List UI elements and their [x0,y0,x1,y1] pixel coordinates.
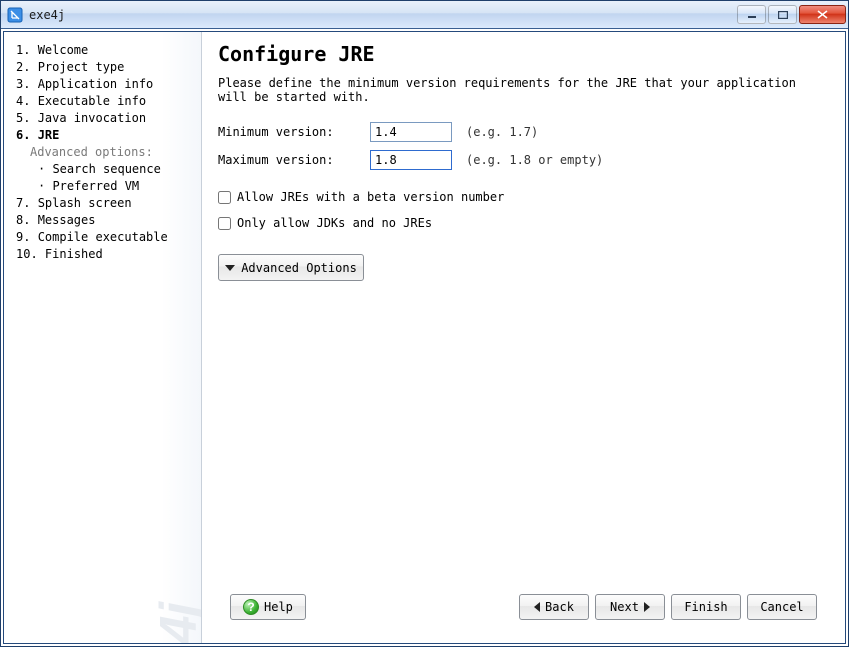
only-jdk-label: Only allow JDKs and no JREs [237,216,432,230]
only-jdk-checkbox[interactable] [218,217,231,230]
max-version-row: Maximum version: (e.g. 1.8 or empty) [218,150,829,170]
window-title: exe4j [29,8,735,22]
maximize-icon [778,11,788,19]
app-window: exe4j 1. Welcome 2. Project type 3. Appl… [0,0,849,647]
minimize-button[interactable] [737,5,766,24]
step-welcome[interactable]: 1. Welcome [16,42,195,59]
max-version-label: Maximum version: [218,153,370,167]
finish-button[interactable]: Finish [671,594,741,620]
back-button-label: Back [545,600,574,614]
page-title: Configure JRE [218,42,829,66]
allow-beta-checkbox[interactable] [218,191,231,204]
step-preferred-vm[interactable]: Preferred VM [38,178,195,195]
allow-beta-label: Allow JREs with a beta version number [237,190,504,204]
step-java-invocation[interactable]: 5. Java invocation [16,110,195,127]
advanced-options-heading: Advanced options: [30,144,195,161]
cancel-button-label: Cancel [760,600,803,614]
close-icon [817,10,828,19]
client-area: 1. Welcome 2. Project type 3. Applicatio… [3,31,846,644]
max-version-hint: (e.g. 1.8 or empty) [466,153,603,167]
help-button-label: Help [264,600,293,614]
step-splash-screen[interactable]: 7. Splash screen [16,195,195,212]
advanced-options-button-label: Advanced Options [241,261,357,275]
min-version-label: Minimum version: [218,125,370,139]
titlebar: exe4j [1,1,848,29]
body-row: 1. Welcome 2. Project type 3. Applicatio… [4,32,845,643]
minimize-icon [747,11,757,19]
main-panel: Configure JRE Please define the minimum … [202,32,845,643]
next-button-label: Next [610,600,639,614]
step-finished[interactable]: 10. Finished [16,246,195,263]
step-compile-executable[interactable]: 9. Compile executable [16,229,195,246]
allow-beta-row[interactable]: Allow JREs with a beta version number [218,190,829,204]
page-description: Please define the minimum version requir… [218,76,829,104]
step-project-type[interactable]: 2. Project type [16,59,195,76]
back-button[interactable]: Back [519,594,589,620]
cancel-button[interactable]: Cancel [747,594,817,620]
step-application-info[interactable]: 3. Application info [16,76,195,93]
min-version-hint: (e.g. 1.7) [466,125,538,139]
help-button[interactable]: ? Help [230,594,306,620]
arrow-left-icon [534,602,540,612]
arrow-right-icon [644,602,650,612]
next-button[interactable]: Next [595,594,665,620]
min-version-input[interactable] [370,122,452,142]
only-jdk-row[interactable]: Only allow JDKs and no JREs [218,216,829,230]
step-list: 1. Welcome 2. Project type 3. Applicatio… [16,42,195,263]
chevron-down-icon [225,265,235,271]
help-icon: ? [243,599,259,615]
min-version-row: Minimum version: (e.g. 1.7) [218,122,829,142]
step-search-sequence[interactable]: Search sequence [38,161,195,178]
step-jre[interactable]: 6. JRE [16,127,195,144]
maximize-button[interactable] [768,5,797,24]
step-messages[interactable]: 8. Messages [16,212,195,229]
finish-button-label: Finish [684,600,727,614]
wizard-footer: ? Help Back Next [218,583,829,631]
app-icon [7,7,23,23]
step-executable-info[interactable]: 4. Executable info [16,93,195,110]
advanced-options-button[interactable]: Advanced Options [218,254,364,281]
close-button[interactable] [799,5,846,24]
sidebar: 1. Welcome 2. Project type 3. Applicatio… [4,32,202,643]
window-buttons [735,5,846,24]
max-version-input[interactable] [370,150,452,170]
sidebar-watermark: exe4j [149,603,202,643]
